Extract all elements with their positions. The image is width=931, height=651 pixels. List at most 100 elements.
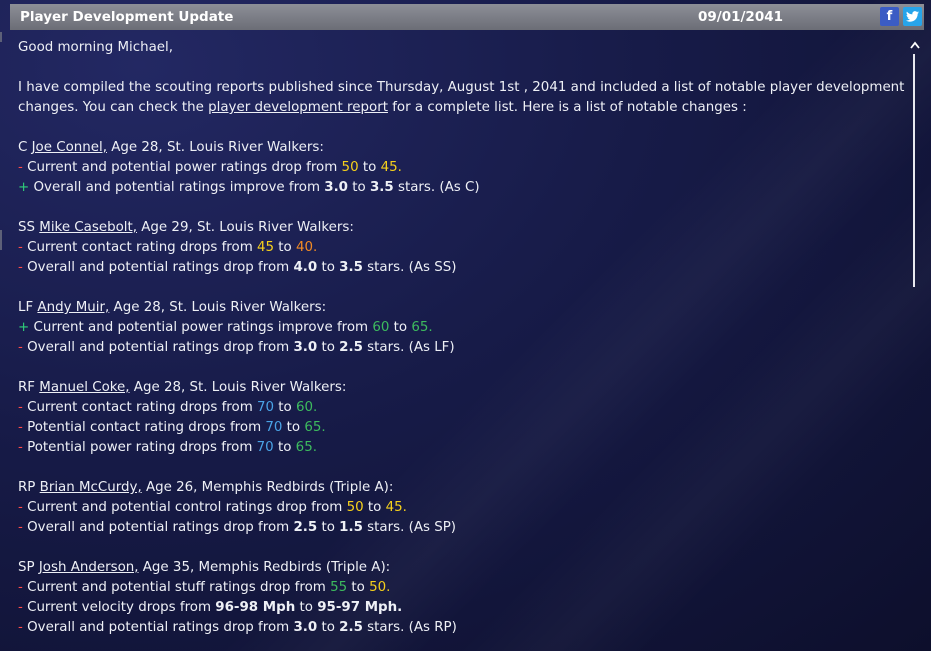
change-text: Current contact rating drops from — [22, 240, 257, 255]
message-body: Good morning Michael, I have compiled th… — [18, 38, 905, 638]
player-development-report-link[interactable]: player development report — [208, 100, 388, 115]
improve-marker: + — [18, 180, 30, 195]
change-text: to — [295, 600, 318, 615]
player-header: SP Josh Anderson, Age 35, Memphis Redbir… — [18, 558, 898, 578]
player-info: Age 35, Memphis Redbirds (Triple A): — [138, 560, 391, 575]
rating-value: 65. — [411, 320, 433, 335]
player-info: Age 29, St. Louis River Walkers: — [137, 220, 354, 235]
star-value: 2.5 — [339, 340, 363, 355]
window-title: Player Development Update — [20, 9, 234, 25]
player-position: C — [18, 140, 32, 155]
change-text: to — [317, 340, 340, 355]
change-text: stars. (As RP) — [362, 620, 457, 635]
player-position: LF — [18, 300, 38, 315]
change-text: to — [317, 520, 340, 535]
message-date: 09/01/2041 — [698, 9, 784, 25]
player-header: RF Manuel Coke, Age 28, St. Louis River … — [18, 378, 898, 398]
rating-change-line: + Current and potential power ratings im… — [18, 318, 898, 338]
change-text: stars. (As SP) — [362, 520, 457, 535]
star-value: 3.5 — [369, 180, 394, 195]
change-text: to — [363, 500, 386, 515]
player-info: Age 28, St. Louis River Walkers: — [129, 380, 347, 395]
rating-change-line: - Current and potential power ratings dr… — [18, 158, 898, 178]
rating-value: 55 — [330, 580, 348, 595]
rating-value: 60 — [372, 320, 390, 335]
rating-change-line: - Overall and potential ratings drop fro… — [18, 338, 898, 358]
rating-value: 45. — [385, 500, 407, 515]
player-name-link[interactable]: Manuel Coke, — [39, 380, 129, 395]
change-text: Potential contact rating drops from — [22, 420, 266, 435]
change-text: Overall and potential ratings drop from — [22, 520, 294, 535]
star-value: 3.0 — [293, 340, 318, 355]
rating-value: 65. — [295, 440, 317, 455]
change-text: Overall and potential ratings drop from — [22, 340, 294, 355]
player-name-link[interactable]: Brian McCurdy, — [40, 480, 142, 495]
intro-line-1: I have compiled the scouting reports pub… — [18, 80, 905, 95]
change-text: to — [317, 260, 340, 275]
rating-value: 65. — [304, 420, 326, 435]
facebook-icon: f — [886, 9, 893, 24]
change-text: to — [274, 240, 297, 255]
change-text: stars. (As SS) — [362, 260, 457, 275]
change-text: Current and potential power ratings drop… — [22, 160, 342, 175]
player-name-link[interactable]: Andy Muir, — [37, 300, 109, 315]
change-text: Current velocity drops from — [22, 600, 216, 615]
facebook-share-button[interactable]: f — [880, 7, 899, 26]
player-position: SP — [18, 560, 39, 575]
player-header: C Joe Connel, Age 28, St. Louis River Wa… — [18, 138, 898, 158]
improve-marker: + — [18, 320, 30, 335]
rating-value: 70 — [257, 400, 275, 415]
change-text: Current and potential power ratings impr… — [29, 320, 373, 335]
rating-change-line: - Potential power rating drops from 70 t… — [18, 438, 898, 458]
left-edge-marker — [0, 230, 2, 250]
rating-change-line: + Overall and potential ratings improve … — [18, 178, 898, 198]
change-text: to — [274, 400, 297, 415]
star-value: 4.0 — [293, 260, 318, 275]
rating-change-line: - Overall and potential ratings drop fro… — [18, 258, 898, 278]
change-text: to — [317, 620, 340, 635]
change-text: Current and potential control ratings dr… — [22, 500, 347, 515]
player-header: RP Brian McCurdy, Age 26, Memphis Redbir… — [18, 478, 898, 498]
player-position: SS — [18, 220, 40, 235]
rating-change-line: - Overall and potential ratings drop fro… — [18, 518, 898, 538]
rating-value: 45. — [380, 160, 402, 175]
rating-change-line: - Current contact rating drops from 45 t… — [18, 238, 898, 258]
rating-value: 50 — [346, 500, 364, 515]
change-text: to — [282, 420, 305, 435]
star-value: 3.0 — [293, 620, 318, 635]
intro-text: changes. You can check the — [18, 100, 209, 115]
player-header: LF Andy Muir, Age 28, St. Louis River Wa… — [18, 298, 898, 318]
rating-value: 60. — [296, 400, 318, 415]
rating-change-line: - Current velocity drops from 96-98 Mph … — [18, 598, 898, 618]
player-position: RP — [18, 480, 40, 495]
star-value: 95-97 Mph. — [317, 600, 403, 615]
player-info: Age 28, St. Louis River Walkers: — [109, 300, 327, 315]
rating-change-line: - Current and potential control ratings … — [18, 498, 898, 518]
change-text: stars. (As C) — [393, 180, 480, 195]
scrollbar-thumb[interactable] — [913, 54, 915, 287]
change-text: Potential power rating drops from — [22, 440, 257, 455]
scroll-up-arrow-icon[interactable] — [909, 39, 921, 51]
change-text: to — [273, 440, 296, 455]
player-name-link[interactable]: Joe Connel, — [32, 140, 107, 155]
player-name-link[interactable]: Josh Anderson, — [39, 560, 139, 575]
twitter-icon — [906, 11, 919, 22]
star-value: 3.5 — [339, 260, 363, 275]
player-position: RF — [18, 380, 40, 395]
player-name-link[interactable]: Mike Casebolt, — [39, 220, 137, 235]
rating-value: 70 — [256, 440, 274, 455]
star-value: 96-98 Mph — [215, 600, 296, 615]
intro-line-2: changes. You can check the player develo… — [18, 98, 898, 118]
change-text: stars. (As LF) — [362, 340, 455, 355]
twitter-share-button[interactable] — [903, 7, 922, 26]
change-text: Current and potential stuff ratings drop… — [22, 580, 331, 595]
title-bar: Player Development Update 09/01/2041 f — [10, 4, 924, 30]
change-text: Current contact rating drops from — [22, 400, 257, 415]
rating-value: 50. — [369, 580, 391, 595]
change-text: Overall and potential ratings improve fr… — [29, 180, 325, 195]
rating-change-line: - Overall and potential ratings drop fro… — [18, 618, 898, 638]
player-header: SS Mike Casebolt, Age 29, St. Louis Rive… — [18, 218, 898, 238]
player-change-list: C Joe Connel, Age 28, St. Louis River Wa… — [18, 118, 898, 638]
player-info: Age 28, St. Louis River Walkers: — [106, 140, 324, 155]
star-value: 2.5 — [293, 520, 318, 535]
